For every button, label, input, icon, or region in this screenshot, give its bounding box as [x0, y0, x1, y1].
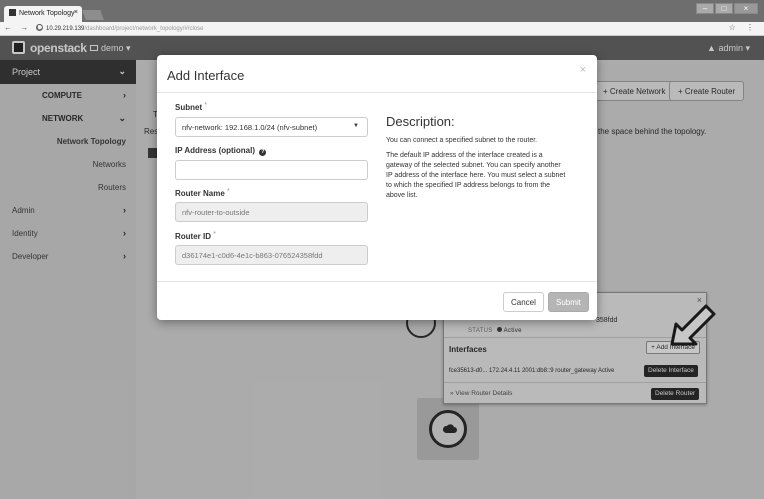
maximize-icon[interactable]: □	[715, 3, 733, 14]
favicon-icon	[9, 9, 16, 16]
modal-title: Add Interface	[167, 68, 245, 83]
new-tab-button[interactable]	[82, 10, 104, 20]
router-id-field: d36174e1-c0d6-4e1c-b863-076524358fdd	[175, 245, 368, 265]
required-mark: *	[227, 188, 230, 195]
required-mark: *	[213, 231, 216, 238]
router-id-label: Router ID *	[175, 231, 216, 241]
subnet-label-text: Subnet	[175, 103, 203, 112]
submit-button[interactable]: Submit	[548, 292, 589, 312]
subnet-select-value: nfv-network: 192.168.1.0/24 (nfv-subnet)	[182, 123, 318, 132]
ip-address-input[interactable]	[175, 160, 368, 180]
modal-close-icon[interactable]: ×	[580, 64, 586, 76]
close-window-icon[interactable]: ×	[734, 3, 758, 14]
router-name-label-text: Router Name	[175, 189, 225, 198]
minimize-icon[interactable]: –	[696, 3, 714, 14]
window-controls: – □ ×	[696, 3, 758, 14]
address-bar: ← → C 10.29.219.139/dashboard/project/ne…	[0, 22, 764, 36]
router-name-label: Router Name *	[175, 188, 230, 198]
url-path: /dashboard/project/network_topology/#/cl…	[84, 26, 204, 32]
tab-close-icon[interactable]: ×	[74, 9, 78, 16]
required-mark: *	[204, 102, 208, 109]
divider	[157, 92, 597, 93]
tab-title: Network Topology	[19, 10, 75, 17]
url-host: 10.29.219.139	[46, 26, 85, 32]
browser-tab[interactable]: Network Topology ×	[4, 6, 82, 22]
bookmark-menu-icons[interactable]: ☆ ⋮	[729, 23, 758, 32]
cancel-button[interactable]: Cancel	[503, 292, 544, 312]
info-icon[interactable]	[36, 24, 43, 31]
url-field[interactable]: 10.29.219.139/dashboard/project/network_…	[36, 24, 203, 32]
caret-down-icon: ▼	[353, 123, 359, 129]
add-interface-modal: Add Interface × Subnet * nfv-network: 19…	[157, 55, 597, 320]
help-icon[interactable]: ?	[259, 149, 267, 156]
subnet-select[interactable]: nfv-network: 192.168.1.0/24 (nfv-subnet)…	[175, 117, 368, 137]
divider	[157, 281, 597, 282]
ip-address-label-text: IP Address (optional)	[175, 146, 256, 155]
browser-tabbar: Network Topology × – □ ×	[0, 0, 764, 22]
router-id-label-text: Router ID	[175, 232, 211, 241]
description-text-1: You can connect a specified subnet to th…	[386, 137, 538, 144]
description-title: Description:	[386, 114, 455, 129]
subnet-label: Subnet *	[175, 102, 207, 112]
description-text-2: The default IP address of the interface …	[386, 152, 566, 199]
router-name-field: nfv-router-to-outside	[175, 202, 368, 222]
ip-address-label: IP Address (optional) ?	[175, 146, 267, 156]
